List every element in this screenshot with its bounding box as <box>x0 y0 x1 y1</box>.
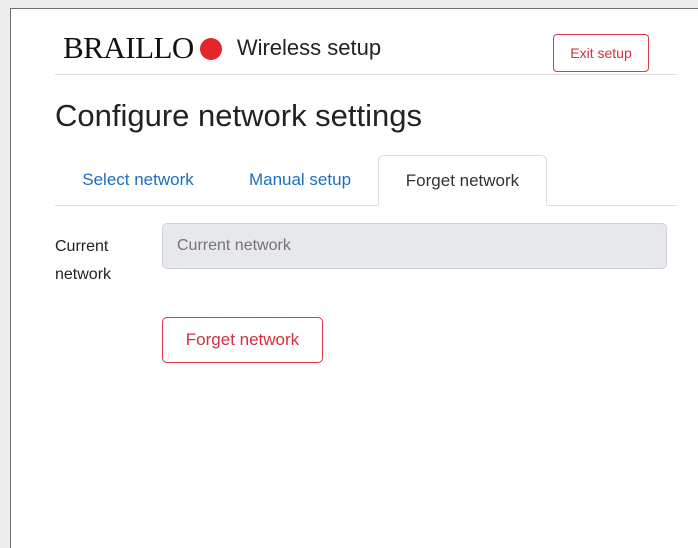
forget-network-button[interactable]: Forget network <box>162 317 323 363</box>
braillo-logo: BRAILLO <box>63 30 194 65</box>
brand: BRAILLO Wireless setup <box>63 32 381 63</box>
current-network-label: Current network <box>55 238 112 283</box>
app-title: Wireless setup <box>236 35 382 60</box>
tab-bar: Select network Manual setup Forget netwo… <box>55 155 677 206</box>
tab-forget-network[interactable]: Forget network <box>378 155 547 206</box>
exit-setup-button[interactable]: Exit setup <box>553 34 649 72</box>
tab-manual-setup[interactable]: Manual setup <box>235 155 365 205</box>
current-network-field[interactable] <box>162 223 667 269</box>
red-dot-icon <box>199 37 222 60</box>
page-title: Configure network settings <box>55 98 423 133</box>
app-window: BRAILLO Wireless setup Exit setup Config… <box>10 8 698 548</box>
header: BRAILLO Wireless setup Exit setup <box>55 19 677 75</box>
tab-select-network[interactable]: Select network <box>67 155 209 205</box>
